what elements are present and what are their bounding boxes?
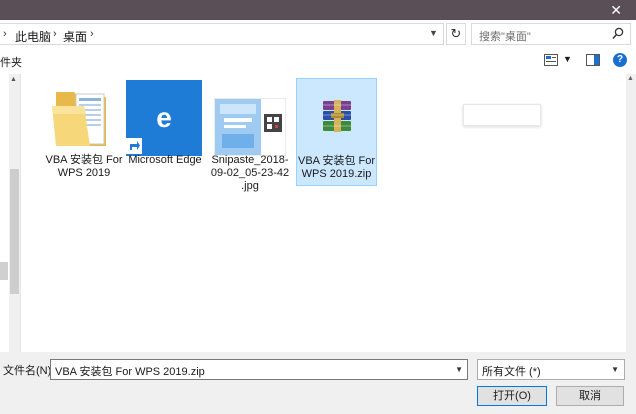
- filetype-value: 所有文件 (*): [482, 366, 541, 378]
- toolbar: 件夹 ▼ ?: [0, 48, 636, 74]
- view-dropdown-icon[interactable]: ▼: [563, 54, 572, 64]
- scrollbar-thumb[interactable]: [10, 169, 19, 294]
- chevron-right-icon[interactable]: ›: [90, 28, 94, 40]
- svg-text:e: e: [156, 102, 172, 133]
- file-name-line: Snipaste_2018-: [211, 154, 289, 166]
- view-options-icon[interactable]: [544, 54, 558, 66]
- tooltip-box: [463, 104, 541, 126]
- scroll-up-icon[interactable]: ▲: [627, 75, 634, 82]
- open-button[interactable]: 打开(O): [477, 386, 547, 406]
- file-item-vba-zip[interactable]: VBA 安装包 For WPS 2019.zip: [296, 78, 377, 186]
- file-name-label: VBA 安装包 For WPS 2019.zip: [297, 155, 376, 181]
- search-input[interactable]: 搜索"桌面": [471, 23, 631, 45]
- file-item-snipaste-jpg[interactable]: Snipaste_2018- 09-02_05-23-42 .jpg: [210, 78, 290, 192]
- breadcrumb-this-pc[interactable]: 此电脑: [15, 28, 51, 45]
- cancel-button[interactable]: 取消: [556, 386, 624, 406]
- filename-input[interactable]: VBA 安装包 For WPS 2019.zip ▼: [50, 359, 468, 380]
- content-scrollbar[interactable]: ▲: [626, 74, 636, 352]
- help-icon[interactable]: ?: [613, 53, 627, 67]
- file-item-vba-folder[interactable]: VBA 安装包 For WPS 2019: [44, 78, 124, 186]
- search-icon: [612, 27, 624, 39]
- chevron-right-icon: ›: [3, 28, 7, 40]
- close-icon[interactable]: ✕: [610, 2, 622, 19]
- nav-item-highlight: [0, 262, 8, 280]
- file-name-label: VBA 安装包 For WPS 2019: [44, 154, 124, 180]
- winrar-archive-icon: [323, 100, 351, 132]
- filename-value: VBA 安装包 For WPS 2019.zip: [55, 366, 205, 378]
- dialog-footer: 文件名(N): VBA 安装包 For WPS 2019.zip ▼ 所有文件 …: [0, 352, 636, 414]
- folder-icon: [52, 92, 106, 146]
- title-bar: ✕: [0, 0, 636, 20]
- refresh-icon: ↻: [450, 26, 462, 41]
- file-name-line: VBA 安装包 For: [45, 154, 123, 166]
- edge-icon: e: [126, 80, 202, 156]
- nav-scrollbar[interactable]: ▲: [9, 74, 20, 352]
- chevron-right-icon: ›: [53, 28, 57, 40]
- file-name-line: 09-02_05-23-42: [210, 167, 290, 179]
- history-dropdown-icon[interactable]: ▼: [429, 28, 438, 38]
- chevron-down-icon[interactable]: ▼: [455, 365, 463, 374]
- file-name-label: Snipaste_2018- 09-02_05-23-42 .jpg: [210, 154, 290, 193]
- scroll-up-icon[interactable]: ▲: [10, 76, 17, 83]
- file-name-line: Microsoft Edge: [128, 154, 202, 166]
- address-row: › 此电脑 › 桌面 › ▼ ↻ 搜索"桌面": [0, 20, 636, 48]
- file-name-line: VBA 安装包 For: [297, 155, 376, 167]
- file-name-line: WPS 2019: [57, 167, 111, 179]
- file-name-label: Microsoft Edge: [125, 154, 205, 167]
- new-folder-button[interactable]: 件夹: [0, 54, 22, 70]
- breadcrumb-desktop[interactable]: 桌面: [63, 28, 87, 45]
- file-name-line: .jpg: [241, 180, 259, 192]
- search-placeholder: 搜索"桌面": [479, 31, 531, 43]
- filetype-select[interactable]: 所有文件 (*) ▼: [477, 359, 625, 380]
- file-name-line: WPS 2019.zip: [301, 168, 372, 180]
- file-item-microsoft-edge[interactable]: e Microsoft Edge: [125, 78, 205, 186]
- preview-pane-icon[interactable]: [586, 54, 600, 66]
- chevron-down-icon: ▼: [611, 365, 619, 374]
- refresh-button[interactable]: ↻: [446, 23, 466, 45]
- address-bar[interactable]: › 此电脑 › 桌面 › ▼: [0, 23, 444, 45]
- image-thumbnail: [214, 98, 286, 156]
- filename-label: 文件名(N):: [3, 365, 55, 377]
